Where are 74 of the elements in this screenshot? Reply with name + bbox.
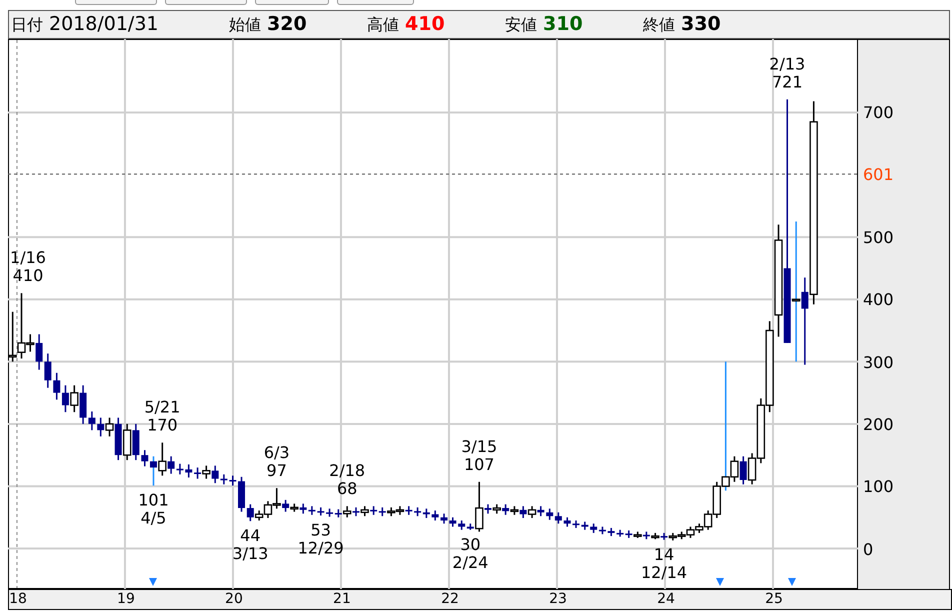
date-label: 12/29: [298, 538, 344, 558]
candle: [564, 517, 571, 527]
marker-icon: [716, 578, 724, 586]
axis-label: 200: [863, 416, 894, 434]
toolbar-button[interactable]: [75, 0, 157, 5]
price-label: 44: [240, 526, 261, 546]
price-label: 68: [336, 479, 358, 498]
price-label: 30: [460, 534, 481, 554]
candle: [396, 506, 404, 515]
date-label: 5/21: [144, 398, 180, 417]
marker-icon: [149, 578, 157, 586]
price-label: 170: [147, 416, 178, 435]
candle: [608, 528, 615, 536]
date-label: 2/24: [452, 552, 488, 572]
date-label: 6/3: [264, 443, 290, 462]
candle: [342, 506, 352, 518]
date-label: 2/13: [769, 54, 806, 74]
price-label: 107: [464, 454, 494, 474]
field-label: 始値: [229, 15, 261, 36]
price-label: 14: [654, 544, 674, 564]
toolbar-button[interactable]: [337, 0, 414, 5]
date-label: 2/18: [329, 461, 366, 480]
toolbar-button[interactable]: [255, 0, 329, 5]
price-value: 320: [267, 13, 307, 35]
axis-label: 25: [765, 591, 783, 608]
axis-label: 23: [549, 591, 567, 608]
price-value: 330: [681, 13, 721, 35]
candle: [8, 312, 17, 362]
axis-label: 400: [863, 291, 894, 310]
candle: [238, 476, 245, 512]
candle: [492, 504, 501, 514]
date-label: 4/5: [140, 508, 166, 528]
candle: [581, 522, 588, 530]
price-label: 101: [138, 490, 169, 510]
candle: [387, 507, 396, 516]
candle: [185, 464, 192, 478]
candle: [528, 506, 536, 518]
price-value: 410: [405, 13, 445, 35]
axis-label: 700: [863, 104, 894, 122]
date-label: 3/13: [232, 544, 268, 564]
axis-label: 24: [657, 591, 675, 608]
date-value: 2018/01/31: [49, 13, 159, 35]
axis-label: 500: [863, 229, 894, 248]
price-label: 53: [310, 520, 331, 540]
candle: [122, 424, 132, 460]
price-label: 410: [12, 266, 44, 286]
date-label: 1/16: [10, 248, 46, 268]
price-value: 310: [543, 13, 583, 35]
field-label: 日付: [11, 15, 43, 36]
axis-label: 100: [863, 478, 894, 496]
price-label: 97: [266, 461, 287, 480]
date-label: 12/14: [640, 562, 688, 582]
price-label: 721: [772, 72, 803, 92]
candle: [510, 506, 519, 515]
candle: [229, 476, 236, 486]
axis-label: 22: [441, 591, 459, 608]
field-label: 高値: [367, 15, 399, 36]
field-label: 安値: [505, 15, 537, 36]
toolbar-button[interactable]: [165, 0, 247, 5]
date-label: 3/15: [461, 436, 498, 456]
marker-icon: [788, 578, 796, 586]
axis-label: 21: [333, 591, 351, 608]
candle: [70, 385, 78, 412]
reference-price-label: 601: [863, 166, 894, 184]
candle: [432, 510, 439, 520]
axis-label: 20: [225, 591, 243, 608]
field-label: 終値: [643, 15, 675, 36]
candle: [202, 466, 210, 479]
axis-label: 18: [9, 591, 27, 608]
axis-label: 0: [863, 540, 874, 558]
candle: [317, 507, 324, 516]
candle: [572, 520, 580, 528]
axis-label: 19: [117, 591, 135, 608]
axis-label: 300: [863, 354, 894, 372]
